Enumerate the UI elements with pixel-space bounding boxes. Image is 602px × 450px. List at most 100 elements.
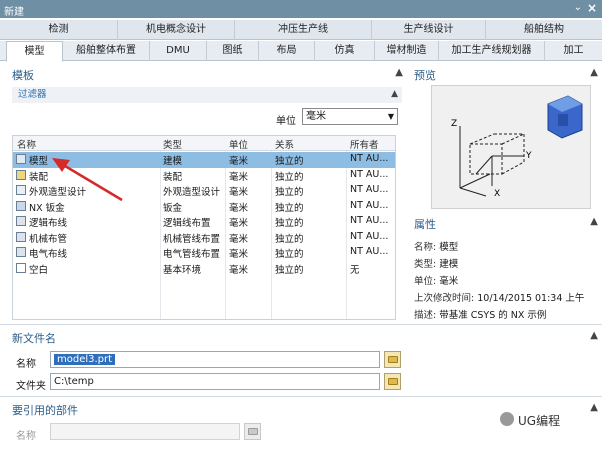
shape-design-icon (16, 185, 26, 195)
unit-select[interactable]: 毫米 ▼ (302, 108, 398, 125)
file-name-input[interactable]: model3.prt (50, 351, 380, 368)
properties-section-header[interactable]: 属性 ▲ (414, 216, 602, 232)
prop-value: 10/14/2015 01:34 上午 (477, 293, 585, 304)
row-type: 电气管线布置 (163, 249, 221, 260)
col-unit[interactable]: 单位 (229, 137, 248, 151)
tab-drawing[interactable]: 图纸 (207, 41, 259, 61)
tab-ship-structure[interactable]: 船舶结构 (486, 20, 602, 40)
template-title: 模板 (12, 69, 34, 82)
row-owner: NT AU... (350, 153, 389, 164)
row-relation: 独立的 (275, 249, 304, 260)
tab-dmu[interactable]: DMU (150, 41, 207, 61)
table-row[interactable]: 电气布线 电气管线布置 毫米 独立的 NT AU... (13, 245, 395, 261)
filter-title: 过滤器 (18, 89, 47, 100)
row-owner: NT AU... (350, 184, 389, 195)
row-type: 装配 (163, 171, 183, 183)
prop-unit: 单位: 毫米 (414, 273, 458, 287)
logical-routing-icon (16, 216, 26, 226)
collapse-arrow-icon[interactable]: ▲ (590, 330, 598, 341)
prop-key: 单位: (414, 276, 437, 287)
row-owner: NT AU... (350, 199, 389, 211)
row-name: 外观造型设计 (29, 187, 87, 198)
table-row[interactable]: 空白 基本环境 毫米 独立的 无 (13, 261, 395, 277)
browse-name-button[interactable] (384, 351, 401, 368)
folder-label: 文件夹 (16, 381, 46, 392)
col-name[interactable]: 名称 (17, 137, 36, 151)
ref-name-input[interactable] (50, 423, 240, 440)
tab-ship-layout[interactable]: 船舶整体布置 (63, 41, 150, 61)
table-row[interactable]: 外观造型设计 外观造型设计 毫米 独立的 NT AU... (13, 183, 395, 199)
collapse-arrow-icon[interactable]: ▲ (395, 67, 403, 78)
dropdown-arrow-icon: ▼ (387, 112, 394, 121)
row-relation: 独立的 (275, 187, 304, 198)
row-type: 钣金 (163, 202, 183, 214)
row-type: 基本环境 (163, 264, 202, 276)
tab-mechatronics[interactable]: 机电概念设计 (118, 20, 235, 40)
prop-value: 带基准 CSYS 的 NX 示例 (439, 310, 547, 321)
prop-value: 建模 (439, 259, 459, 270)
row-relation: 独立的 (275, 156, 304, 167)
section-divider (0, 324, 602, 325)
tab-simulation[interactable]: 仿真 (315, 41, 375, 61)
tab-line-design[interactable]: 生产线设计 (372, 20, 486, 40)
preview-title: 预览 (414, 69, 436, 82)
row-type: 外观造型设计 (163, 187, 221, 198)
prop-modified: 上次修改时间: 10/14/2015 01:34 上午 (414, 290, 584, 304)
tab-layout[interactable]: 布局 (259, 41, 315, 61)
tab-inspection[interactable]: 检测 (0, 20, 118, 40)
table-row[interactable]: 机械布管 机械管线布置 毫米 独立的 NT AU... (13, 230, 395, 246)
unit-label: 单位 (276, 116, 296, 127)
assembly-icon (16, 169, 26, 180)
tab-additive[interactable]: 增材制造 (375, 41, 439, 61)
col-owner[interactable]: 所有者 (350, 137, 379, 151)
table-row[interactable]: NX 钣金 钣金 毫米 独立的 NT AU... (13, 199, 395, 215)
electrical-routing-icon (16, 247, 26, 257)
preview-section-header[interactable]: 预览 ▲ (414, 67, 602, 83)
prop-value: 模型 (439, 242, 459, 253)
collapse-arrow-icon[interactable]: ▲ (391, 87, 398, 102)
collapse-chevron-icon[interactable]: ⌄ (574, 2, 582, 13)
row-unit: 毫米 (229, 264, 249, 276)
tab-machining[interactable]: 加工 (545, 41, 602, 61)
row-relation: 独立的 (275, 264, 304, 276)
ref-browse-button[interactable] (244, 423, 261, 440)
window-title: 新建 (4, 7, 24, 18)
folder-icon (248, 428, 258, 435)
template-table: 名称 类型 单位 关系 所有者 模型 建模 毫米 独立的 NT AU... 装配… (12, 135, 396, 320)
template-section-header[interactable]: 模板 ▲ (12, 67, 407, 83)
browse-folder-button[interactable] (384, 373, 401, 390)
tab-machining-line-planner[interactable]: 加工生产线规划器 (439, 41, 545, 61)
table-header: 名称 类型 单位 关系 所有者 (13, 136, 395, 151)
prop-type: 类型: 建模 (414, 256, 458, 270)
tab-press-line[interactable]: 冲压生产线 (235, 20, 372, 40)
file-name-label: 名称 (16, 359, 36, 370)
row-type: 建模 (163, 156, 183, 167)
row-owner: NT AU... (350, 215, 389, 226)
new-file-section-header[interactable]: 新文件名 ▲ (12, 330, 602, 346)
watermark-text: UG编程 (518, 414, 561, 428)
filter-header[interactable]: 过滤器 ▲ (12, 87, 402, 103)
tab-row-1: 检测 机电概念设计 冲压生产线 生产线设计 船舶结构 (0, 20, 602, 40)
tab-model[interactable]: 模型 (6, 41, 63, 62)
prop-key: 名称: (414, 242, 437, 253)
table-row[interactable]: 模型 建模 毫米 独立的 NT AU... (13, 152, 395, 168)
collapse-arrow-icon[interactable]: ▲ (590, 402, 598, 413)
model-file-icon (16, 154, 26, 164)
prop-description: 描述: 带基准 CSYS 的 NX 示例 (414, 307, 546, 321)
row-unit: 毫米 (229, 233, 249, 245)
folder-icon (388, 356, 398, 363)
row-owner: NT AU... (350, 168, 389, 180)
collapse-arrow-icon[interactable]: ▲ (590, 67, 598, 78)
row-owner: NT AU... (350, 246, 389, 257)
row-unit: 毫米 (229, 202, 249, 214)
folder-input[interactable]: C:\temp (50, 373, 380, 390)
prop-key: 描述: (414, 310, 437, 321)
table-row[interactable]: 装配 装配 毫米 独立的 NT AU... (13, 168, 395, 184)
col-type[interactable]: 类型 (163, 137, 182, 151)
close-icon[interactable]: × (587, 1, 597, 15)
table-row[interactable]: 逻辑布线 逻辑线布置 毫米 独立的 NT AU... (13, 214, 395, 230)
col-relation[interactable]: 关系 (275, 137, 294, 151)
row-owner: NT AU... (350, 230, 389, 242)
collapse-arrow-icon[interactable]: ▲ (590, 216, 598, 227)
row-unit: 毫米 (229, 187, 249, 198)
